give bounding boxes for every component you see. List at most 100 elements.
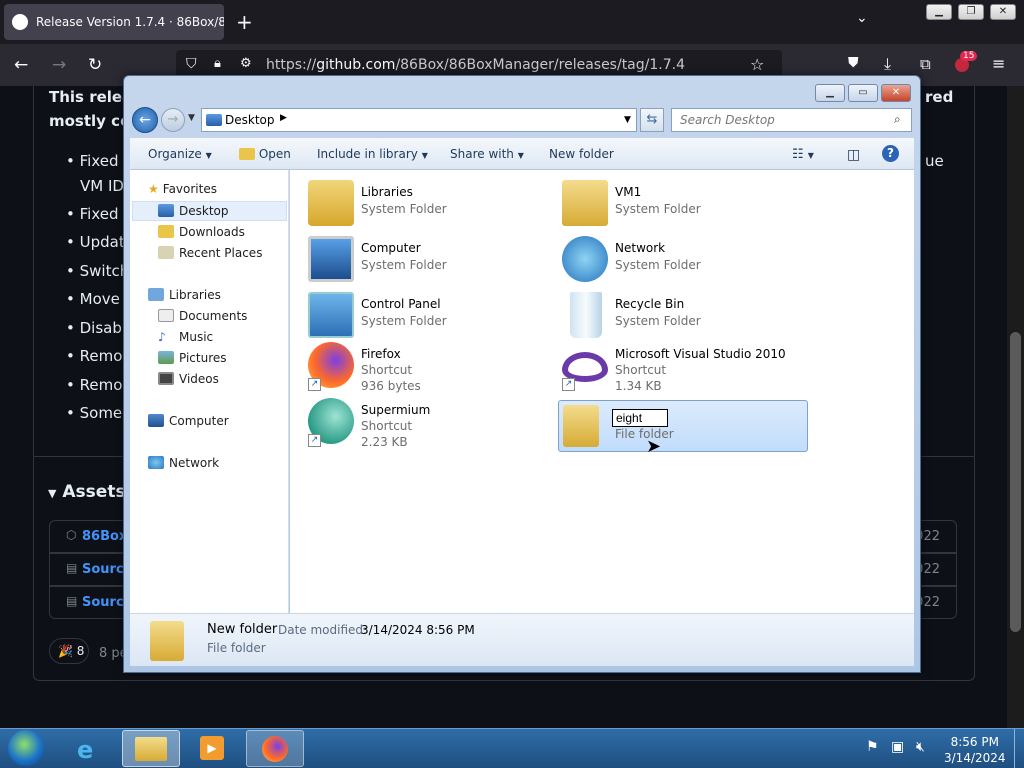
forward-icon[interactable]: →: [52, 55, 66, 75]
explorer-maximize-button[interactable]: ▭: [848, 84, 878, 102]
address-dropdown-icon[interactable]: ▼: [624, 115, 631, 125]
browser-minimize-button[interactable]: ▁: [926, 4, 952, 20]
action-center-flag-icon[interactable]: ⚑: [866, 739, 879, 755]
search-icon[interactable]: ⌕: [894, 112, 901, 127]
item-name: Computer: [361, 241, 421, 255]
nav-documents[interactable]: Documents: [158, 309, 247, 323]
nav-recent-places[interactable]: Recent Places: [158, 246, 262, 260]
release-intro-line1-end: red: [925, 88, 954, 106]
shortcut-arrow-icon: ↗: [562, 378, 575, 391]
taskbar-explorer[interactable]: [122, 730, 180, 767]
taskbar-firefox[interactable]: [246, 730, 304, 767]
clock-time: 8:56 PM: [950, 735, 999, 749]
desktop-item-network[interactable]: Network System Folder: [562, 236, 810, 286]
folder-icon: [135, 737, 167, 761]
item-type: System Folder: [361, 202, 447, 216]
desktop-item-recycle-bin[interactable]: Recycle Bin System Folder: [562, 292, 810, 342]
explorer-minimize-button[interactable]: ▁: [815, 84, 845, 102]
network-icon: [562, 236, 608, 282]
organize-menu[interactable]: Organize ▼: [148, 147, 212, 161]
browser-tab[interactable]: Release Version 1.7.4 · 86Box/86 ✕: [4, 4, 224, 40]
desktop-item-visual-studio[interactable]: ↗ Microsoft Visual Studio 2010 Shortcut …: [562, 342, 810, 393]
back-button[interactable]: ←: [132, 107, 158, 133]
url-text[interactable]: https://github.com/86Box/86BoxManager/re…: [266, 57, 685, 73]
new-folder-button[interactable]: New folder: [549, 147, 614, 161]
explorer-close-button[interactable]: ✕: [881, 84, 911, 102]
nav-network[interactable]: Network: [148, 456, 219, 470]
bullet-item: • Move: [66, 290, 120, 308]
bullet-item: • Disab: [66, 319, 122, 337]
desktop-item-firefox[interactable]: ↗ Firefox Shortcut 936 bytes: [308, 342, 556, 393]
address-text[interactable]: Desktop: [225, 113, 275, 127]
browser-restore-button[interactable]: ❐: [958, 4, 984, 20]
rename-input[interactable]: [612, 409, 668, 427]
taskbar-clock[interactable]: 8:56 PM 3/14/2024: [944, 734, 1006, 766]
share-with-menu[interactable]: Share with ▼: [450, 147, 524, 161]
tracking-shield-icon[interactable]: ⛉: [186, 56, 197, 72]
item-size: 2.23 KB: [361, 435, 408, 449]
back-icon[interactable]: ←: [14, 55, 28, 75]
refresh-button[interactable]: ⇆: [640, 108, 664, 132]
nav-favorites[interactable]: ★ Favorites: [148, 182, 217, 196]
assets-heading[interactable]: ▼ Assets: [48, 482, 126, 502]
item-type: System Folder: [361, 258, 447, 272]
bullet-item: • Remo: [66, 376, 123, 394]
forward-button[interactable]: →: [161, 108, 185, 132]
nav-computer[interactable]: Computer: [148, 414, 229, 428]
pocket-icon[interactable]: ⛊: [848, 55, 859, 71]
preview-pane-icon[interactable]: ◫: [847, 147, 860, 163]
breadcrumb-arrow-icon[interactable]: ▶: [280, 113, 287, 123]
mouse-cursor-icon: ➤: [646, 436, 662, 457]
downloads-folder-icon: [158, 225, 174, 238]
show-desktop-button[interactable]: [1014, 729, 1024, 768]
search-placeholder: Search Desktop: [680, 113, 775, 127]
nav-downloads[interactable]: Downloads: [158, 225, 245, 239]
new-tab-button[interactable]: +: [236, 10, 253, 34]
reaction-button[interactable]: 🎉 8: [49, 638, 89, 664]
zip-icon: ▤: [66, 594, 78, 608]
taskbar-media-player[interactable]: ▶: [184, 730, 242, 767]
recycle-bin-icon: [570, 292, 602, 338]
desktop-item-vm1[interactable]: VM1 System Folder: [562, 180, 810, 230]
desktop-item-new-folder[interactable]: File folder: [558, 400, 808, 452]
nav-desktop[interactable]: Desktop: [158, 204, 229, 218]
tab-list-icon[interactable]: ⌄: [856, 10, 868, 26]
nav-videos[interactable]: Videos: [158, 372, 219, 386]
network-tray-icon[interactable]: ▣: [891, 739, 904, 755]
permissions-icon[interactable]: ⚙: [240, 56, 252, 71]
search-box[interactable]: Search Desktop ⌕: [671, 108, 912, 132]
item-name: Network: [615, 241, 666, 255]
scrollbar-thumb[interactable]: [1010, 332, 1021, 632]
nav-libraries[interactable]: Libraries: [148, 288, 221, 302]
asset-link[interactable]: 86Box: [82, 529, 127, 544]
start-button[interactable]: [8, 730, 44, 766]
view-options-icon[interactable]: ☷ ▼: [792, 147, 814, 162]
recent-pages-chevron-icon[interactable]: ▼: [188, 113, 195, 123]
desktop-item-libraries[interactable]: Libraries System Folder: [308, 180, 556, 230]
item-name: Recycle Bin: [615, 297, 685, 311]
nav-music[interactable]: ♪ Music: [158, 330, 213, 344]
address-bar[interactable]: Desktop ▶ ▼: [201, 108, 637, 132]
downloads-icon[interactable]: ⤓: [884, 54, 891, 74]
desktop-icon: [206, 114, 222, 126]
desktop-item-computer[interactable]: Computer System Folder: [308, 236, 556, 286]
menu-icon[interactable]: ≡: [992, 54, 1005, 73]
volume-muted-icon[interactable]: 🔇︎: [916, 739, 925, 755]
clock-date: 3/14/2024: [944, 751, 1006, 765]
open-button[interactable]: Open: [239, 147, 291, 161]
reload-icon[interactable]: ↻: [88, 55, 102, 75]
desktop-item-supermium[interactable]: ↗ Supermium Shortcut 2.23 KB: [308, 398, 556, 449]
bookmark-star-icon[interactable]: ☆: [750, 55, 764, 74]
help-icon[interactable]: ?: [882, 145, 899, 162]
url-prefix: https://: [266, 57, 317, 73]
browser-close-button[interactable]: ✕: [990, 4, 1016, 20]
extensions-icon[interactable]: ⧉: [920, 55, 931, 73]
desktop-item-control-panel[interactable]: Control Panel System Folder: [308, 292, 556, 342]
page-scrollbar[interactable]: [1007, 86, 1024, 728]
taskbar-ie[interactable]: e: [62, 730, 120, 767]
lock-icon[interactable]: 🔒︎: [214, 56, 221, 71]
include-in-library-menu[interactable]: Include in library ▼: [317, 147, 428, 161]
nav-pictures[interactable]: Pictures: [158, 351, 227, 365]
folder-icon: [150, 621, 184, 661]
item-type: Shortcut: [361, 363, 413, 377]
